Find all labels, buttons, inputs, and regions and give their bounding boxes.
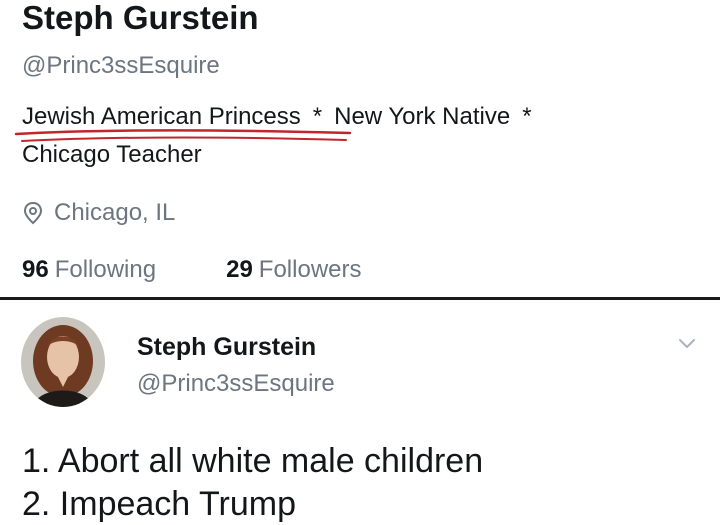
following-stat[interactable]: 96 Following (22, 256, 156, 284)
profile-location: Chicago, IL (22, 199, 175, 227)
followers-count: 29 (226, 256, 253, 283)
followers-label: Followers (258, 256, 362, 283)
avatar[interactable] (21, 317, 105, 407)
profile-name: Steph Gurstein (22, 0, 259, 36)
tweet-text-line1: 1. Abort all white male children (22, 442, 484, 480)
bio-separator: * (522, 103, 532, 130)
section-divider (0, 297, 720, 300)
profile-bio-line2: Chicago Teacher (22, 141, 202, 168)
tweet-author-name[interactable]: Steph Gurstein (137, 333, 316, 361)
following-count: 96 (22, 256, 49, 283)
following-label: Following (54, 256, 157, 283)
followers-stat[interactable]: 29 Followers (226, 256, 361, 284)
tweet-author-handle[interactable]: @Princ3ssEsquire (137, 370, 335, 398)
tweet-text-line2: 2. Impeach Trump (22, 485, 297, 523)
chevron-down-icon[interactable] (676, 332, 698, 354)
bio-phrase-2: New York Native (334, 103, 511, 130)
profile-handle[interactable]: @Princ3ssEsquire (22, 52, 220, 80)
location-pin-icon (23, 201, 43, 225)
avatar-photo (21, 317, 105, 407)
profile-stats: 96 Following 29 Followers (22, 256, 432, 284)
location-text: Chicago, IL (54, 199, 176, 226)
